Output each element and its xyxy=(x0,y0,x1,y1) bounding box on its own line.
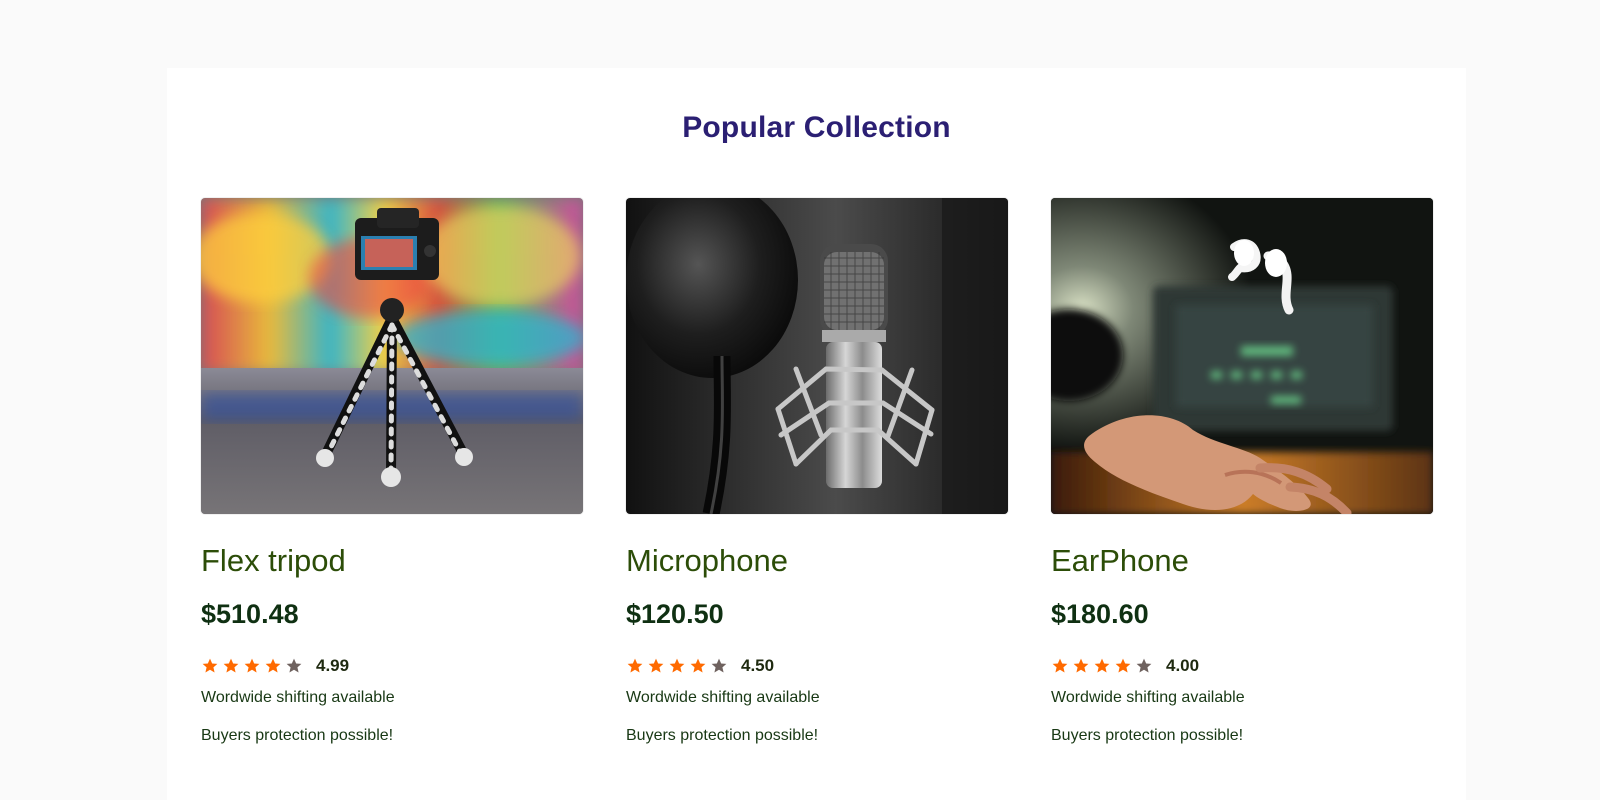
microphone-image[interactable] xyxy=(626,198,1008,514)
buyer-protection-info: Buyers protection possible! xyxy=(1051,727,1244,744)
star-empty-icon xyxy=(710,657,728,675)
earphone-image[interactable] xyxy=(1051,198,1433,514)
rating-row: 4.00 xyxy=(1051,656,1199,676)
product-grid: Flex tripod $510.48 4.99 Wordwide shifti… xyxy=(201,198,1434,758)
buyer-protection-info: Buyers protection possible! xyxy=(626,727,819,744)
product-name[interactable]: EarPhone xyxy=(1051,543,1189,579)
star-filled-icon xyxy=(201,657,219,675)
star-filled-icon xyxy=(689,657,707,675)
product-name[interactable]: Microphone xyxy=(626,543,788,579)
product-name[interactable]: Flex tripod xyxy=(201,543,346,579)
star-filled-icon xyxy=(647,657,665,675)
tripod-camera-image[interactable] xyxy=(201,198,583,514)
star-filled-icon xyxy=(1114,657,1132,675)
rating-value: 4.99 xyxy=(316,656,350,675)
product-card-earphone[interactable]: EarPhone $180.60 4.00 Wordwide shifting … xyxy=(1051,198,1434,758)
shipping-info: Wordwide shifting available xyxy=(626,689,820,706)
rating-value: 4.50 xyxy=(741,656,775,675)
shipping-info: Wordwide shifting available xyxy=(201,689,395,706)
star-filled-icon xyxy=(1051,657,1069,675)
star-empty-icon xyxy=(285,657,303,675)
shipping-info: Wordwide shifting available xyxy=(1051,689,1245,706)
star-filled-icon xyxy=(626,657,644,675)
product-card-flex-tripod[interactable]: Flex tripod $510.48 4.99 Wordwide shifti… xyxy=(201,198,584,758)
product-price: $180.60 xyxy=(1051,599,1149,629)
rating-row: 4.99 xyxy=(201,656,349,676)
popular-collection-section: Popular Collection Flex tripod $510.48 4… xyxy=(167,68,1466,800)
star-filled-icon xyxy=(1072,657,1090,675)
product-price: $120.50 xyxy=(626,599,724,629)
star-filled-icon xyxy=(668,657,686,675)
buyer-protection-info: Buyers protection possible! xyxy=(201,727,394,744)
rating-row: 4.50 xyxy=(626,656,774,676)
product-price: $510.48 xyxy=(201,599,299,629)
star-filled-icon xyxy=(222,657,240,675)
section-title: Popular Collection xyxy=(682,110,951,144)
product-card-microphone[interactable]: Microphone $120.50 4.50 Wordwide shiftin… xyxy=(626,198,1009,758)
star-filled-icon xyxy=(1093,657,1111,675)
star-filled-icon xyxy=(264,657,282,675)
star-empty-icon xyxy=(1135,657,1153,675)
rating-value: 4.00 xyxy=(1166,656,1200,675)
star-filled-icon xyxy=(243,657,261,675)
